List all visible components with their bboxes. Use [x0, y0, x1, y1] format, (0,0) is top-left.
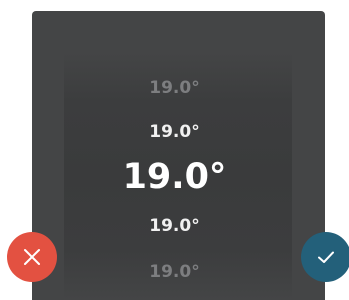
close-icon — [24, 249, 40, 265]
check-icon — [318, 251, 334, 263]
temperature-picker-screen: 19.0° 19.0° 19.0° 19.0° 19.0° — [0, 0, 349, 300]
confirm-button[interactable] — [301, 232, 349, 282]
wheel-value-above-far[interactable]: 19.0° — [0, 78, 349, 98]
cancel-button[interactable] — [7, 232, 57, 282]
wheel-value-selected[interactable]: 19.0° — [0, 157, 349, 197]
wheel-value-below[interactable]: 19.0° — [0, 216, 349, 236]
wheel-value-above[interactable]: 19.0° — [0, 122, 349, 142]
